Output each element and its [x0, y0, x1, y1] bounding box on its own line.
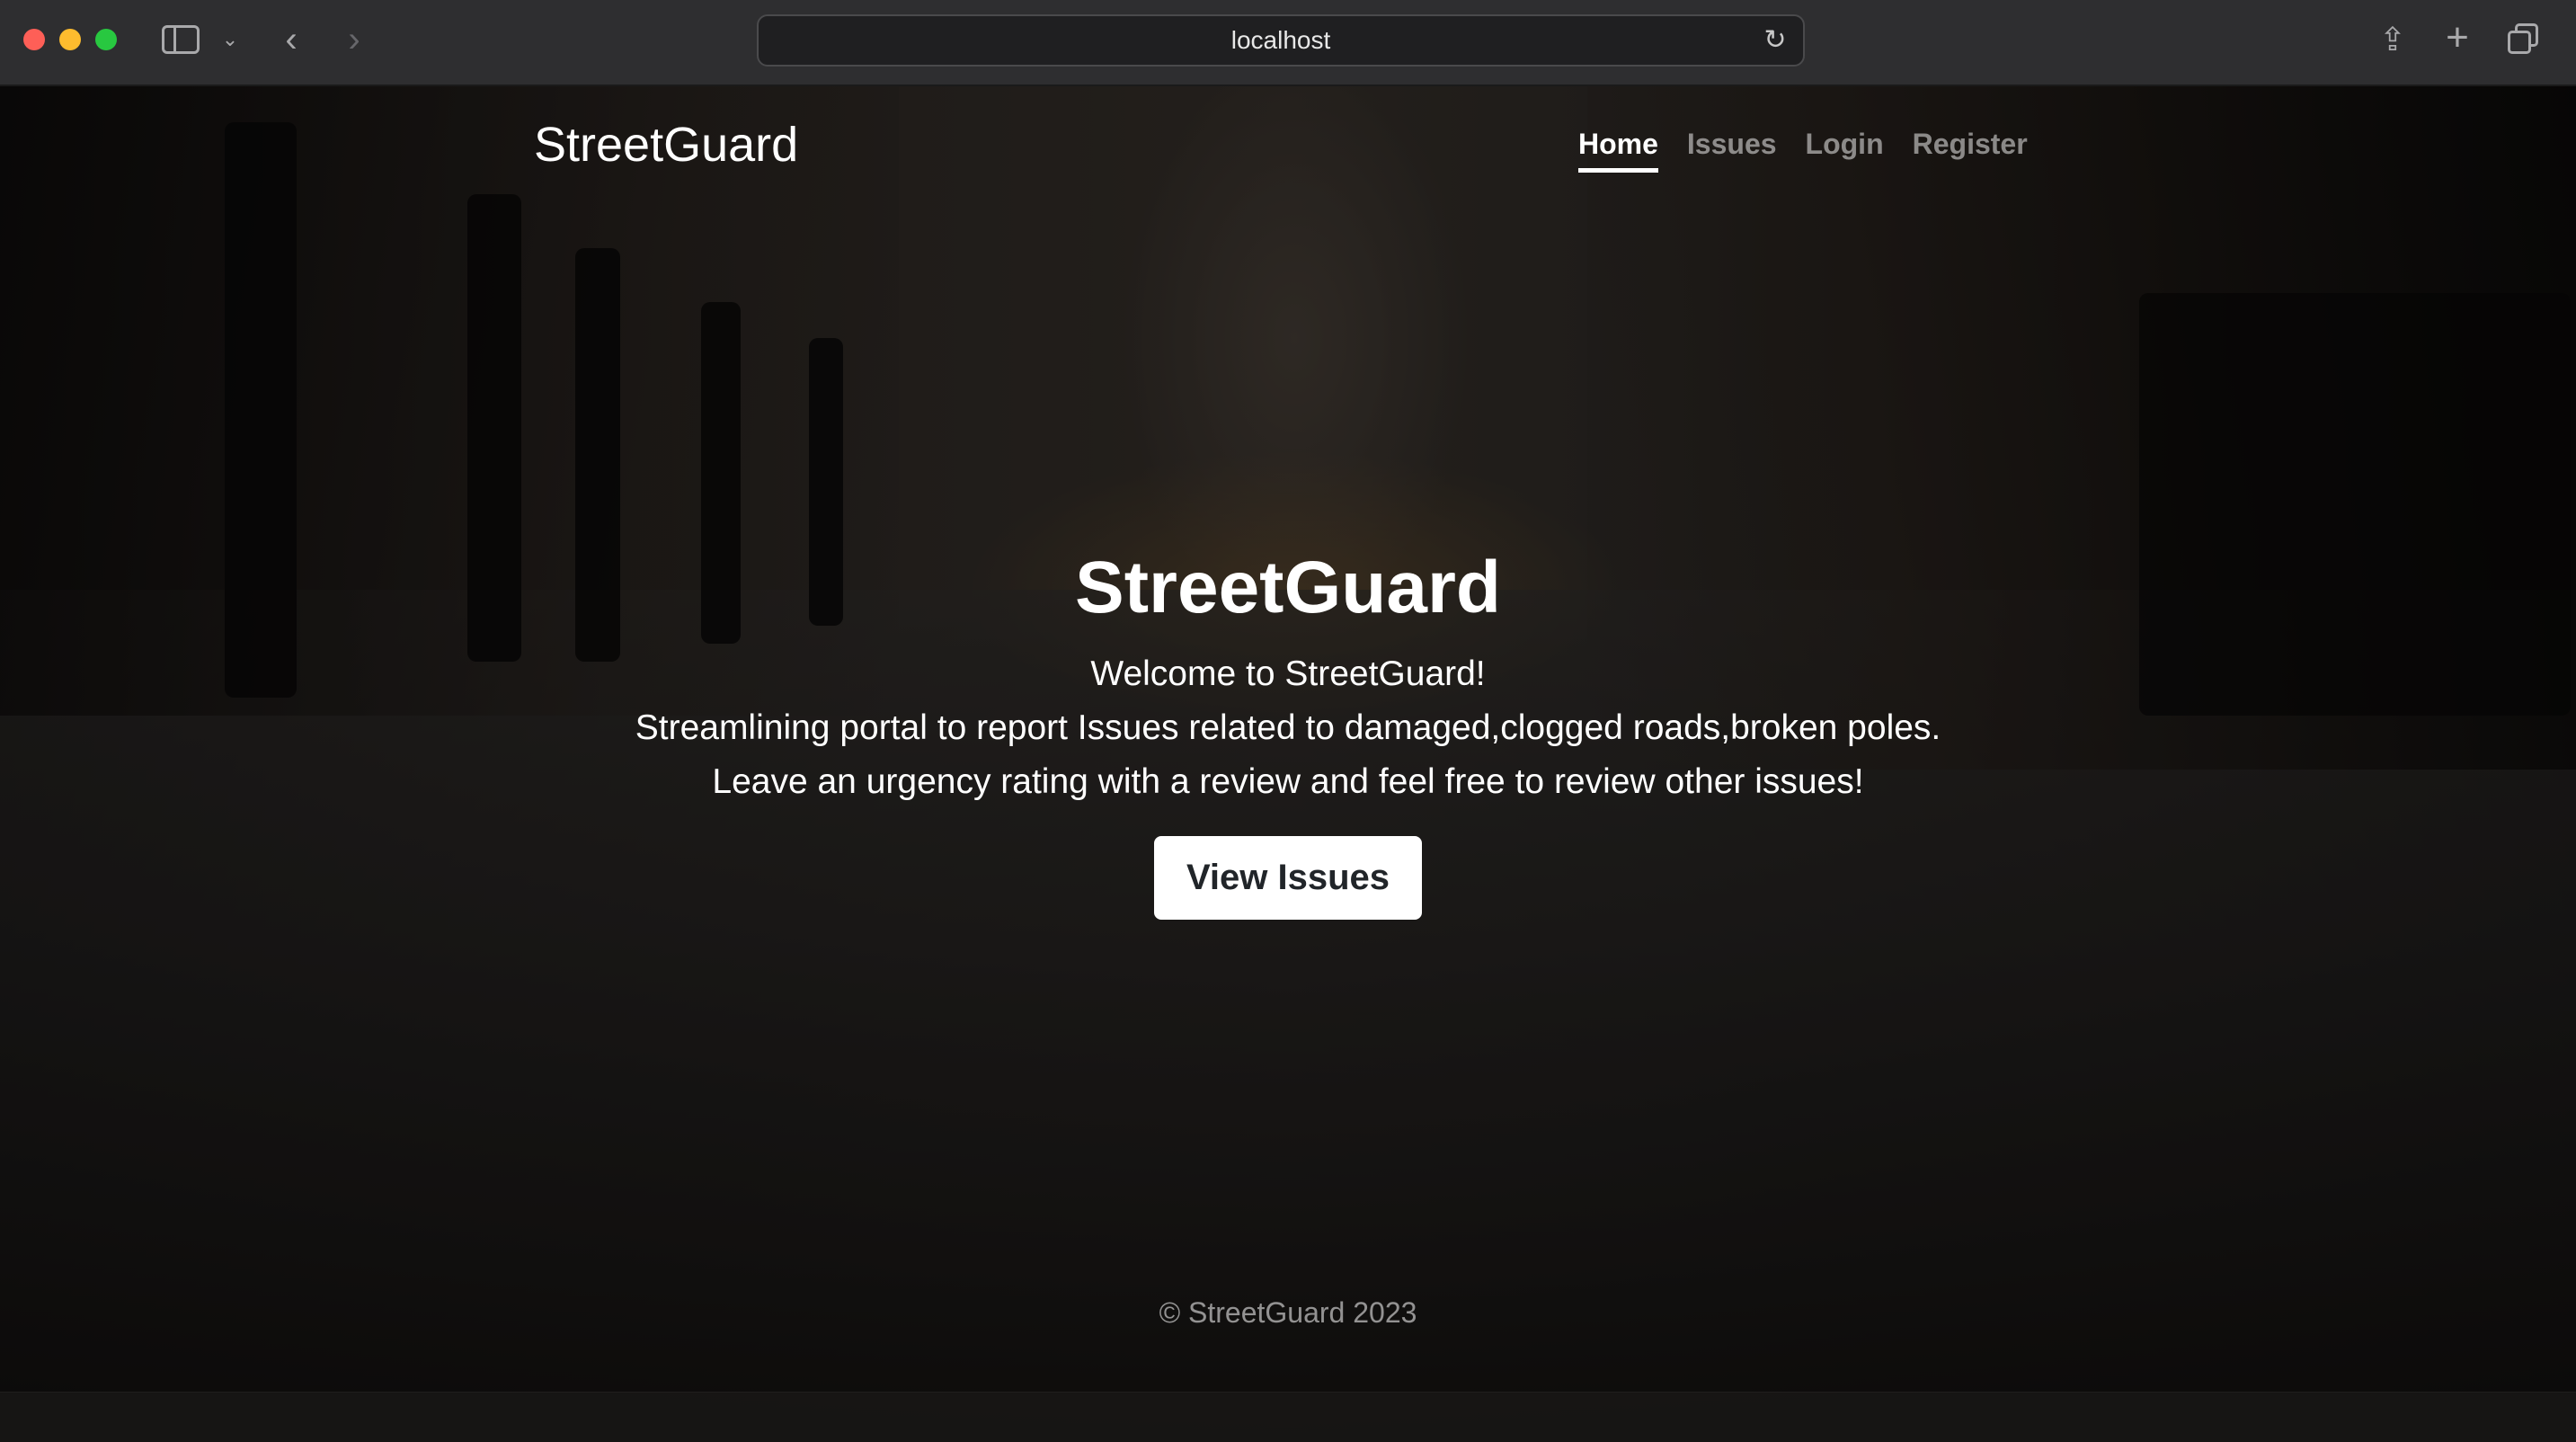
maximize-window-button[interactable]	[95, 29, 117, 50]
minimize-window-button[interactable]	[59, 29, 81, 50]
view-issues-button[interactable]: View Issues	[1153, 836, 1423, 920]
hero-welcome-text: Welcome to StreetGuard!	[1090, 654, 1486, 693]
brand-logo[interactable]: StreetGuard	[534, 117, 798, 173]
reload-icon[interactable]: ↻	[1762, 27, 1789, 54]
footer: © StreetGuard 2023	[0, 1296, 2576, 1330]
nav-issues-link[interactable]: Issues	[1687, 128, 1777, 173]
close-window-button[interactable]	[23, 29, 45, 50]
chevron-right-icon[interactable]: ›	[338, 20, 370, 59]
copyright-text: © StreetGuard 2023	[1159, 1296, 1417, 1329]
navbar: StreetGuard Home Issues Login Register	[0, 86, 2576, 203]
nav-links: Home Issues Login Register	[1578, 128, 2028, 173]
hero-lead: Welcome to StreetGuard! Streamlining por…	[0, 647, 2576, 809]
hero-invite-text: Leave an urgency rating with a review an…	[712, 762, 1864, 801]
nav-login-link[interactable]: Login	[1806, 128, 1884, 173]
chevron-down-icon[interactable]: ⌄	[219, 27, 241, 52]
share-icon[interactable]: ⇪	[2375, 18, 2411, 61]
plus-icon[interactable]: +	[2439, 15, 2475, 59]
hero-title: StreetGuard	[1075, 547, 1501, 628]
tabs-icon[interactable]	[2508, 23, 2540, 56]
bottom-bar	[0, 1392, 2576, 1442]
hero-section: StreetGuard Welcome to StreetGuard! Stre…	[0, 543, 2576, 920]
url-text: localhost	[1230, 26, 1331, 54]
chevron-left-icon[interactable]: ‹	[275, 20, 307, 59]
address-bar[interactable]: localhost ↻	[757, 14, 1805, 67]
hero-description-text: Streamlining portal to report Issues rel…	[635, 708, 1941, 747]
sidebar-icon[interactable]	[162, 25, 200, 54]
browser-toolbar: ⌄ ‹ › localhost ↻ ⇪ +	[0, 0, 2576, 86]
nav-home-link[interactable]: Home	[1578, 128, 1658, 173]
nav-register-link[interactable]: Register	[1913, 128, 2028, 173]
web-page: StreetGuard Home Issues Login Register S…	[0, 86, 2576, 1442]
